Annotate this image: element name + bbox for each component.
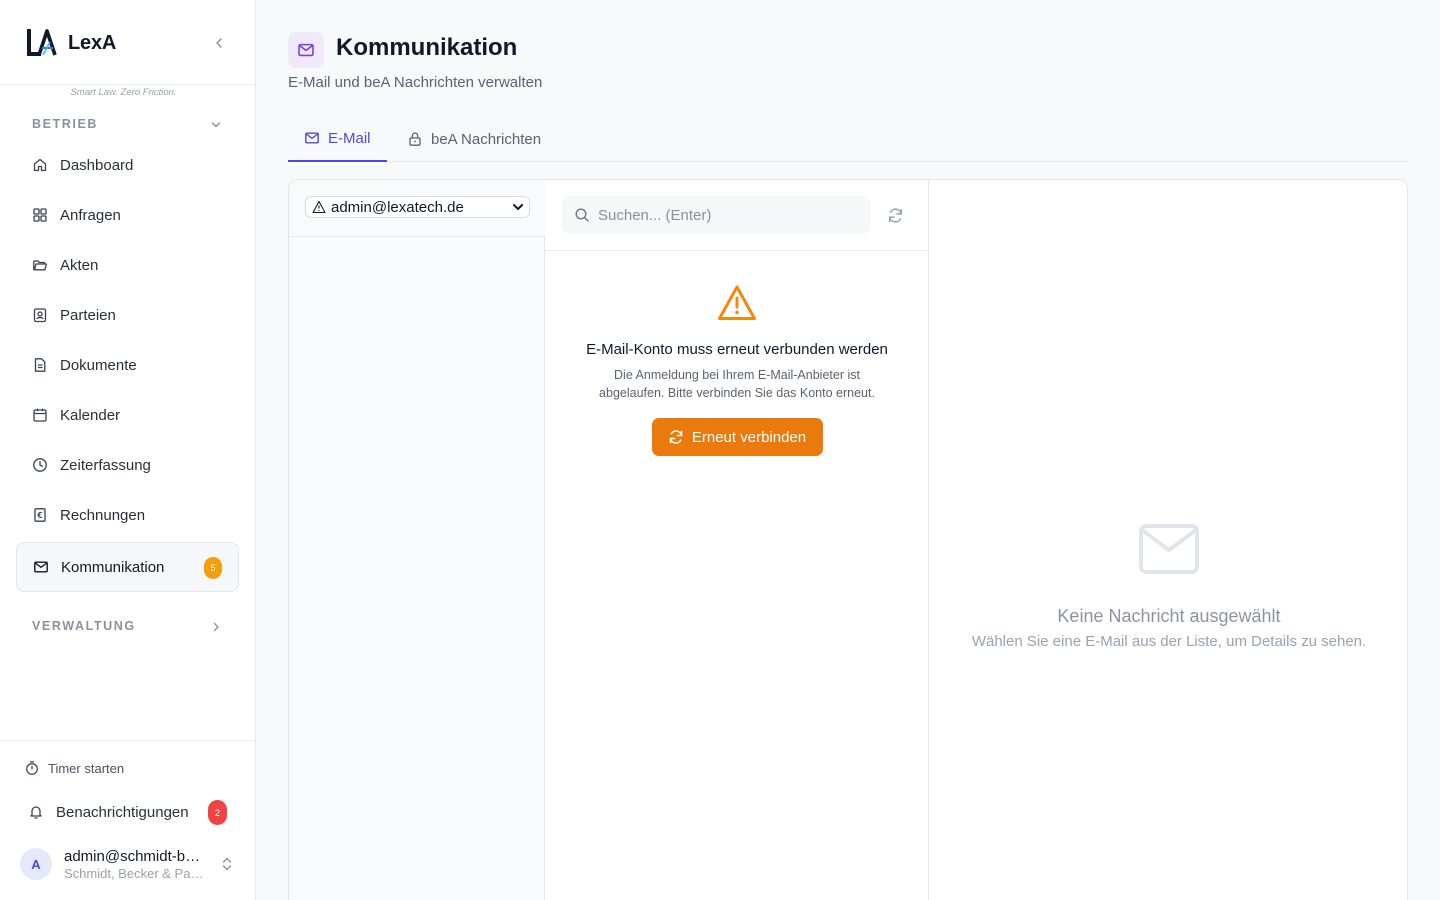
document-icon [34, 358, 46, 372]
message-list-column: E-Mail-Konto muss erneut verbunden werde… [545, 180, 929, 900]
chevron-left-icon [216, 38, 222, 48]
reconnect-notice: E-Mail-Konto muss erneut verbunden werde… [545, 284, 929, 456]
sidebar-item-label: Akten [60, 256, 99, 274]
search-input[interactable] [598, 206, 858, 224]
sidebar-item-label: Dashboard [60, 156, 134, 174]
sidebar-item-rechnungen[interactable]: Rechnungen [16, 490, 239, 540]
section-verwaltung[interactable]: VERWALTUNG [32, 619, 136, 633]
mail-icon [1139, 524, 1199, 574]
warning-triangle-icon [718, 285, 756, 320]
search-box[interactable] [562, 196, 871, 234]
tagline: Smart Law. Zero Friction. [70, 87, 177, 98]
calendar-icon [33, 408, 47, 422]
sidebar-item-anfragen[interactable]: Anfragen [16, 190, 239, 240]
refresh-icon [669, 430, 683, 444]
clock-icon [33, 458, 47, 472]
sidebar-item-zeiterfassung[interactable]: Zeiterfassung [16, 440, 239, 490]
user-email: admin@schmidt-becker.de [64, 847, 206, 865]
warning-icon [312, 200, 326, 214]
reconnect-button[interactable]: Erneut verbinden [651, 418, 823, 456]
section-betrieb[interactable]: BETRIEB [32, 117, 98, 131]
mail-panel: admin@lexatech.de E-Mail-Konto muss erne… [288, 179, 1408, 900]
sidebar-item-label: Anfragen [60, 206, 121, 224]
invoice-icon [34, 508, 46, 522]
bell-icon [30, 806, 42, 819]
empty-title: Keine Nachricht ausgewählt [1057, 606, 1281, 626]
tab-email[interactable]: E-Mail [288, 116, 387, 162]
user-organization: Schmidt, Becker & Partner [64, 865, 206, 881]
folder-column: admin@lexatech.de [289, 180, 545, 900]
sidebar-item-parteien[interactable]: Parteien [16, 290, 239, 340]
divider [0, 84, 255, 85]
reconnect-description: Die Anmeldung bei Ihrem E-Mail-Anbieter … [599, 368, 875, 400]
page-subtitle: E-Mail und beA Nachrichten verwalten [288, 74, 543, 91]
avatar: A [20, 848, 52, 880]
sidebar-item-kalender[interactable]: Kalender [16, 390, 239, 440]
reconnect-title: E-Mail-Konto muss erneut verbunden werde… [586, 341, 888, 358]
tab-bar: E-Mail beA Nachrichten [288, 116, 1408, 162]
sidebar-item-label: Parteien [60, 306, 116, 324]
stopwatch-icon [26, 761, 38, 775]
sidebar-item-label: Dokumente [60, 356, 137, 374]
page-title: Kommunikation [336, 34, 518, 61]
notifications-button[interactable]: Benachrichtigungen 2 [28, 800, 233, 825]
sidebar-item-akten[interactable]: Akten [16, 240, 239, 290]
tab-bea-nachrichten[interactable]: beA Nachrichten [407, 116, 541, 162]
brand[interactable]: LexA [26, 28, 116, 58]
collapse-sidebar-button[interactable] [208, 32, 230, 54]
grid-icon [33, 208, 47, 222]
account-header: admin@lexatech.de [289, 180, 545, 237]
message-detail-column: Keine Nachricht ausgewählt Wählen Sie ei… [929, 180, 1407, 900]
sidebar-item-label: Zeiterfassung [60, 456, 151, 474]
folder-icon [33, 260, 48, 271]
reconnect-button-label: Erneut verbinden [691, 428, 807, 446]
account-email: admin@lexatech.de [331, 198, 464, 216]
start-timer-button[interactable]: Timer starten [24, 760, 124, 776]
home-icon [33, 158, 47, 172]
search-header [545, 180, 929, 251]
chevrons-up-down-icon [222, 857, 232, 871]
chevron-down-icon[interactable] [208, 117, 224, 133]
tab-label: beA Nachrichten [431, 130, 542, 148]
notifications-badge: 2 [208, 800, 227, 825]
chevron-right-icon[interactable] [208, 619, 224, 635]
refresh-button[interactable] [885, 205, 905, 225]
sidebar-item-label: Kommunikation [61, 558, 165, 576]
unread-count-badge: 5 [204, 557, 222, 579]
lock-icon [409, 132, 421, 146]
tab-label: E-Mail [328, 129, 371, 147]
sidebar-item-dashboard[interactable]: Dashboard [16, 140, 239, 190]
sidebar-item-label: Rechnungen [60, 506, 146, 524]
refresh-icon [888, 207, 902, 223]
mail-icon [305, 132, 319, 144]
mail-icon [298, 43, 314, 57]
user-menu[interactable]: A admin@schmidt-becker.de Schmidt, Becke… [20, 844, 240, 884]
page-icon [288, 32, 324, 68]
sidebar-item-dokumente[interactable]: Dokumente [16, 340, 239, 390]
search-icon [575, 208, 589, 222]
sidebar-item-label: Kalender [60, 406, 121, 424]
divider [0, 740, 255, 741]
empty-description: Wählen Sie eine E-Mail aus der Liste, um… [971, 633, 1367, 650]
sidebar-item-kommunikation[interactable]: Kommunikation 5 [16, 542, 239, 592]
mail-icon [34, 561, 48, 573]
timer-label: Timer starten [48, 760, 125, 776]
lexa-logo [27, 29, 57, 56]
chevron-down-icon [513, 204, 523, 210]
notifications-label: Benachrichtigungen [56, 803, 189, 821]
empty-state: Keine Nachricht ausgewählt Wählen Sie ei… [929, 523, 1407, 650]
contact-icon [33, 308, 47, 323]
brand-name: LexA [68, 31, 117, 54]
sidebar: LexA Smart Law. Zero Friction. BETRIEB D… [0, 0, 256, 900]
account-select[interactable]: admin@lexatech.de [305, 196, 530, 218]
